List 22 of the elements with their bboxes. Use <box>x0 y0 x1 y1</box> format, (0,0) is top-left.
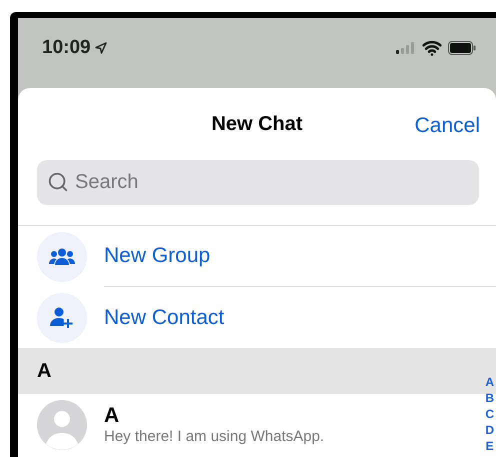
cancel-button[interactable]: Cancel <box>414 110 480 142</box>
wifi-icon <box>422 38 442 58</box>
search-icon <box>47 171 69 193</box>
status-time: 10:09 <box>42 36 91 60</box>
action-label: New Contact <box>104 304 224 331</box>
index-letter[interactable]: B <box>485 390 494 406</box>
contact-status: Hey there! I am using WhatsApp. <box>104 428 324 446</box>
action-label: New Group <box>104 243 210 270</box>
index-letter[interactable]: A <box>485 374 494 390</box>
index-letter[interactable]: E <box>486 438 494 454</box>
group-icon <box>49 248 75 266</box>
sheet-title: New Chat <box>211 112 303 137</box>
contact-name: A <box>104 404 120 428</box>
add-person-icon <box>50 306 74 328</box>
section-letter: A <box>37 359 52 384</box>
avatar-icon <box>37 400 87 450</box>
search-field[interactable]: Search <box>37 160 479 205</box>
signal-icon <box>396 42 416 54</box>
index-letter[interactable]: D <box>485 422 494 438</box>
location-arrow-icon <box>94 42 107 54</box>
index-letter[interactable]: C <box>485 406 494 422</box>
battery-icon <box>448 41 476 55</box>
